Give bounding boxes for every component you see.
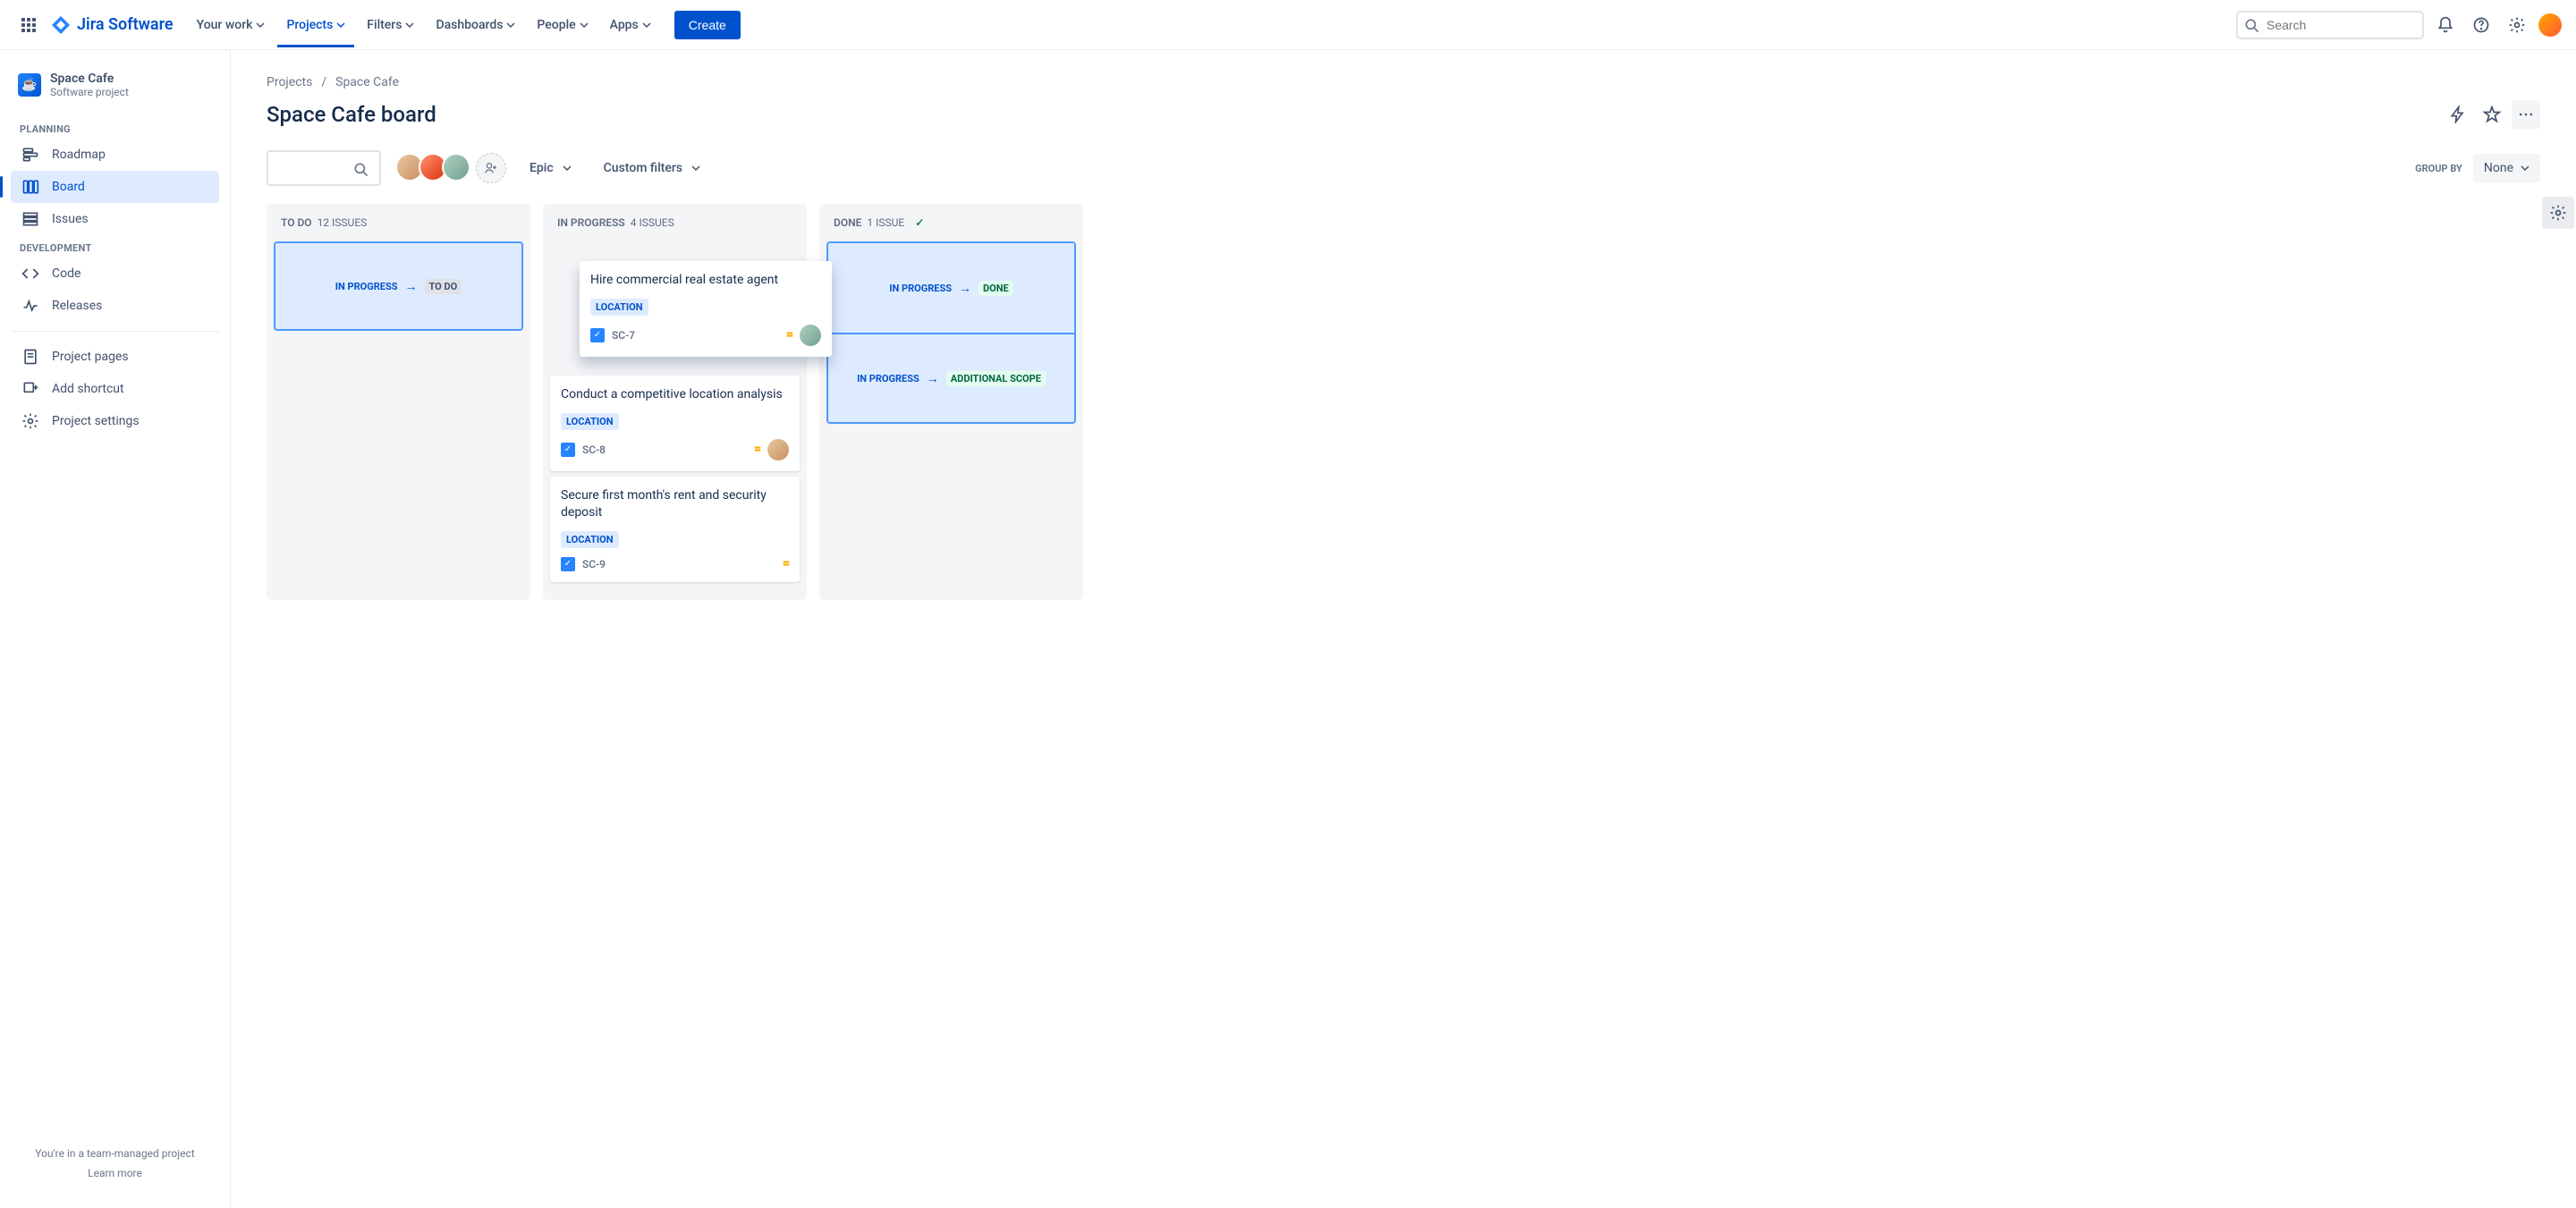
priority-medium-icon: ━━ xyxy=(755,447,760,452)
assignee-avatar[interactable] xyxy=(800,325,821,346)
epic-label[interactable]: LOCATION xyxy=(590,299,648,316)
logo-text: Jira Software xyxy=(77,15,174,34)
create-button[interactable]: Create xyxy=(674,11,741,39)
avatar-user-3[interactable] xyxy=(442,153,470,182)
page-title: Space Cafe board xyxy=(267,102,436,127)
task-type-icon: ✓ xyxy=(561,443,575,457)
issue-card[interactable]: Secure first month's rent and security d… xyxy=(550,477,800,582)
project-header[interactable]: ☕ Space Cafe Software project xyxy=(11,72,219,116)
search-icon xyxy=(352,161,370,182)
project-name: Space Cafe xyxy=(50,72,129,86)
sidebar-releases[interactable]: Releases xyxy=(11,290,219,322)
kanban-board: TO DO 12 ISSUES IN PROGRESS → TO DO IN P… xyxy=(267,204,2540,600)
section-planning: PLANNING xyxy=(11,116,219,139)
sidebar-project-pages[interactable]: Project pages xyxy=(11,341,219,373)
profile-avatar[interactable] xyxy=(2538,13,2562,37)
notifications-icon[interactable] xyxy=(2431,11,2460,39)
priority-medium-icon: ━━ xyxy=(787,333,792,338)
arrow-right-icon: → xyxy=(959,281,971,296)
issue-key[interactable]: SC-9 xyxy=(582,558,606,570)
app-switcher-icon[interactable] xyxy=(14,11,43,39)
project-type: Software project xyxy=(50,86,129,98)
main-content: Projects / Space Cafe Space Cafe board E… xyxy=(231,50,2576,1208)
issue-card-dragging[interactable]: Hire commercial real estate agent LOCATI… xyxy=(580,261,832,357)
primary-nav: Your work Projects Filters Dashboards Pe… xyxy=(188,3,660,47)
add-people-button[interactable] xyxy=(476,153,506,183)
task-type-icon: ✓ xyxy=(561,557,575,571)
epic-label[interactable]: LOCATION xyxy=(561,413,619,430)
breadcrumbs: Projects / Space Cafe xyxy=(267,75,2540,89)
custom-filters[interactable]: Custom filters xyxy=(595,154,709,182)
column-done: DONE 1 ISSUE ✓ IN PROGRESS → DONE IN PRO… xyxy=(819,204,1083,600)
sidebar-add-shortcut[interactable]: Add shortcut xyxy=(11,373,219,405)
board-search-input[interactable] xyxy=(267,150,381,186)
breadcrumb-project[interactable]: Space Cafe xyxy=(335,75,399,89)
epic-label[interactable]: LOCATION xyxy=(561,531,619,548)
issue-key[interactable]: SC-7 xyxy=(612,329,635,342)
sidebar-footer: You're in a team-managed project Learn m… xyxy=(11,1140,219,1187)
automation-icon[interactable] xyxy=(2444,100,2472,129)
drop-zone-done[interactable]: IN PROGRESS → DONE IN PROGRESS → ADDITIO… xyxy=(826,241,1076,424)
assignee-avatar[interactable] xyxy=(767,439,789,460)
sidebar-board[interactable]: Board xyxy=(11,171,219,203)
done-check-icon: ✓ xyxy=(915,216,924,229)
nav-filters[interactable]: Filters xyxy=(358,11,423,39)
issue-card[interactable]: Conduct a competitive location analysis … xyxy=(550,376,800,471)
nav-apps[interactable]: Apps xyxy=(601,11,660,39)
column-header-done[interactable]: DONE 1 ISSUE ✓ xyxy=(826,216,1076,241)
column-header-todo[interactable]: TO DO 12 ISSUES xyxy=(274,216,523,241)
search-input[interactable] xyxy=(2236,11,2424,39)
issue-key[interactable]: SC-8 xyxy=(582,443,606,456)
more-actions-icon[interactable] xyxy=(2512,100,2540,129)
global-search[interactable] xyxy=(2236,11,2424,39)
nav-projects[interactable]: Projects xyxy=(277,3,354,47)
nav-people[interactable]: People xyxy=(528,11,597,39)
column-todo: TO DO 12 ISSUES IN PROGRESS → TO DO xyxy=(267,204,530,600)
breadcrumb-projects[interactable]: Projects xyxy=(267,75,312,89)
column-header-inprogress[interactable]: IN PROGRESS 4 ISSUES xyxy=(550,216,800,241)
star-icon[interactable] xyxy=(2478,100,2506,129)
group-by-label: GROUP BY xyxy=(2415,163,2462,174)
task-type-icon: ✓ xyxy=(590,328,605,342)
nav-dashboards[interactable]: Dashboards xyxy=(427,11,524,39)
arrow-right-icon: → xyxy=(405,279,418,294)
arrow-right-icon: → xyxy=(927,371,939,386)
board-settings-icon[interactable] xyxy=(2542,197,2574,229)
group-by-select[interactable]: None xyxy=(2473,154,2540,182)
project-icon: ☕ xyxy=(18,73,41,97)
drop-zone-done-top[interactable]: IN PROGRESS → DONE xyxy=(828,243,1074,333)
section-development: DEVELOPMENT xyxy=(11,235,219,258)
project-sidebar: ☕ Space Cafe Software project PLANNING R… xyxy=(0,50,231,1208)
jira-logo[interactable]: Jira Software xyxy=(50,14,174,36)
assignee-filter xyxy=(395,153,506,183)
learn-more-link[interactable]: Learn more xyxy=(18,1167,212,1179)
epic-filter[interactable]: Epic xyxy=(521,154,580,182)
top-navigation: Jira Software Your work Projects Filters… xyxy=(0,0,2576,50)
drop-zone-done-bottom[interactable]: IN PROGRESS → ADDITIONAL SCOPE xyxy=(828,333,1074,422)
nav-your-work[interactable]: Your work xyxy=(188,11,275,39)
sidebar-roadmap[interactable]: Roadmap xyxy=(11,139,219,171)
sidebar-project-settings[interactable]: Project settings xyxy=(11,405,219,437)
settings-icon[interactable] xyxy=(2503,11,2531,39)
priority-medium-icon: ━━ xyxy=(784,562,789,567)
board-controls: Epic Custom filters GROUP BY None xyxy=(267,150,2540,186)
drop-zone-todo[interactable]: IN PROGRESS → TO DO xyxy=(274,241,523,331)
sidebar-issues[interactable]: Issues xyxy=(11,203,219,235)
sidebar-code[interactable]: Code xyxy=(11,258,219,290)
help-icon[interactable] xyxy=(2467,11,2496,39)
search-icon xyxy=(2243,17,2261,38)
